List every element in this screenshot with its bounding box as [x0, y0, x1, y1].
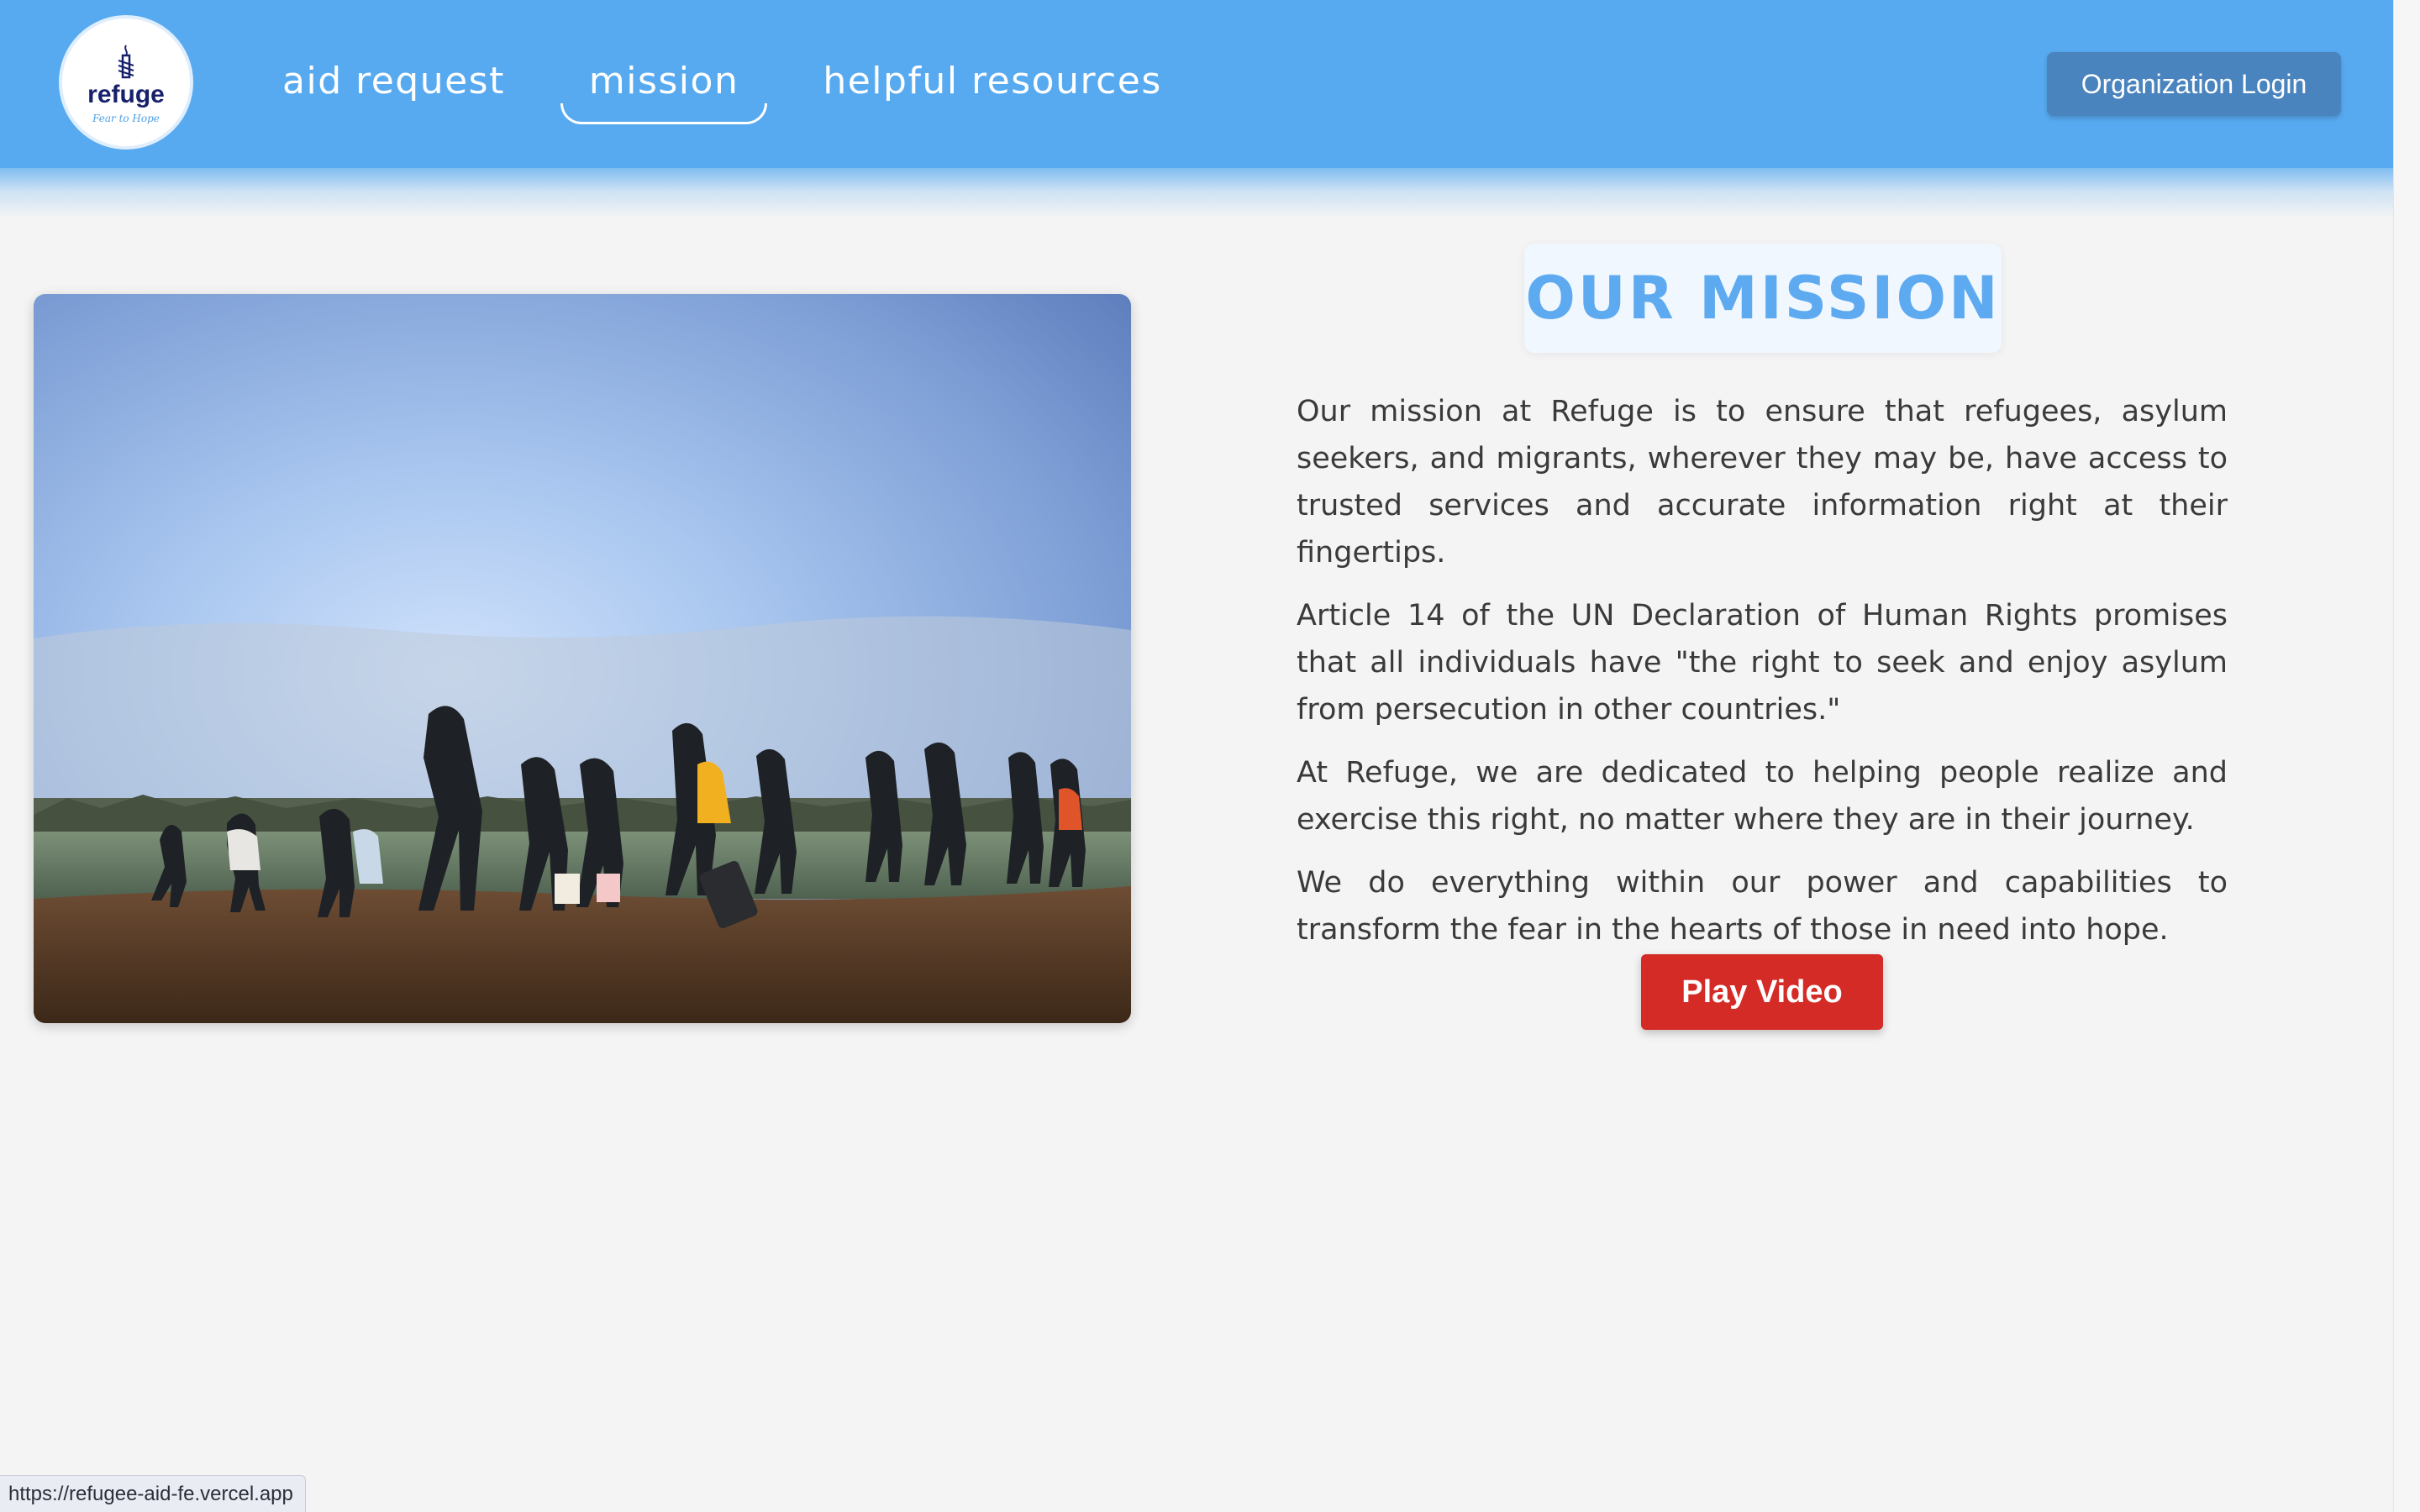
refuge-logo[interactable]: refuge Fear to Hope [59, 15, 193, 150]
candle-barbed-wire-icon [118, 45, 134, 79]
mission-text: Our mission at Refuge is to ensure that … [1297, 388, 2228, 969]
navbar-shadow [0, 168, 2393, 218]
page: refuge Fear to Hope aid request mission … [0, 0, 2420, 1512]
nav-mission[interactable]: mission [559, 45, 769, 124]
refugees-photo-image [34, 294, 1131, 1023]
logo-name: refuge [87, 81, 165, 108]
top-navbar: refuge Fear to Hope aid request mission … [0, 0, 2393, 168]
refugees-photo [34, 294, 1131, 1023]
mission-paragraph-2: Article 14 of the UN Declaration of Huma… [1297, 599, 2228, 727]
mission-paragraph-1: Our mission at Refuge is to ensure that … [1297, 395, 2228, 570]
main-nav: aid request mission helpful resources [252, 0, 1216, 168]
nav-helpful-resources[interactable]: helpful resources [792, 45, 1192, 124]
mission-paragraph-4: We do everything within our power and ca… [1297, 866, 2228, 947]
mission-paragraph-3: At Refuge, we are dedicated to helping p… [1297, 756, 2228, 837]
logo-tagline: Fear to Hope [92, 113, 160, 124]
status-bar-url: https://refugee-aid-fe.vercel.app [0, 1475, 306, 1512]
nav-aid-request[interactable]: aid request [252, 45, 535, 124]
organization-login-button[interactable]: Organization Login [2047, 52, 2341, 116]
mission-title: OUR MISSION [1525, 264, 2001, 333]
play-video-button[interactable]: Play Video [1641, 954, 1883, 1030]
mission-title-card: OUR MISSION [1524, 244, 2002, 353]
scrollbar[interactable] [2393, 0, 2420, 1512]
